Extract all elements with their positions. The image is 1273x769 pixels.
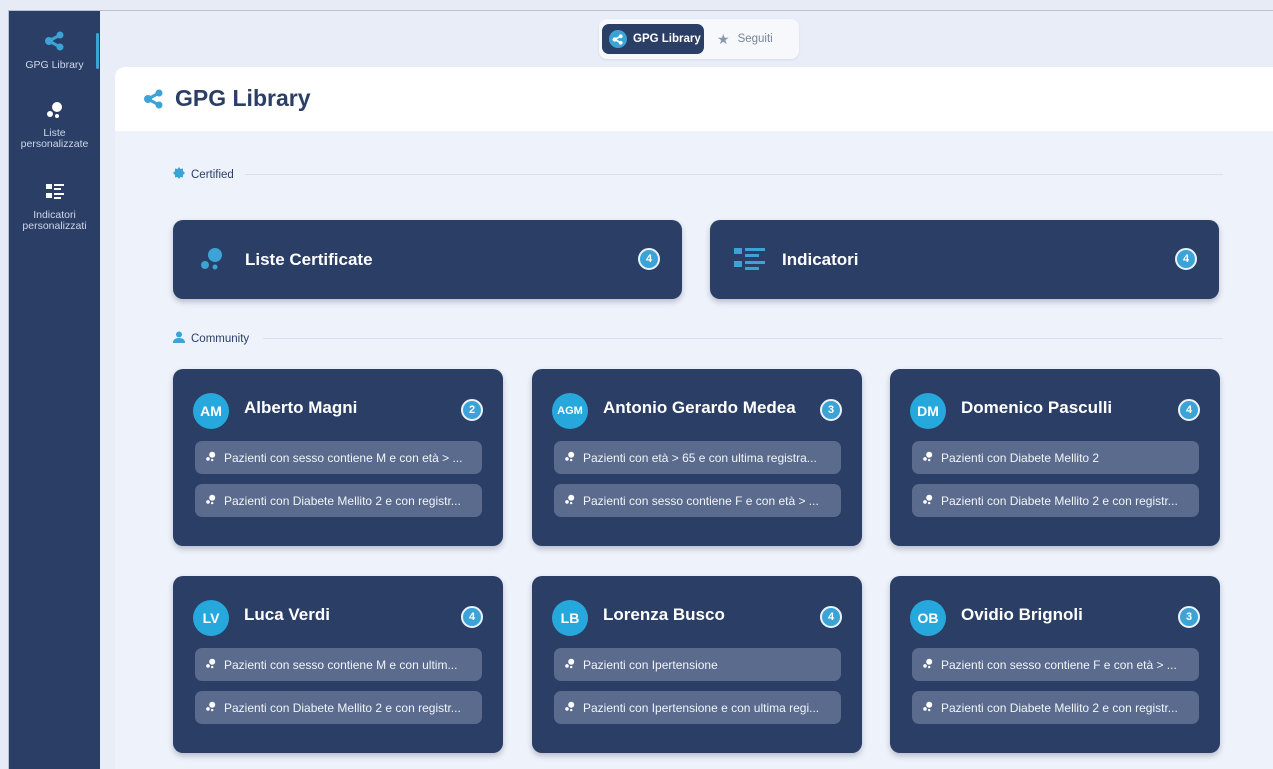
section-community: Community (173, 331, 249, 346)
count-badge: 3 (820, 399, 842, 421)
sidebar-item-liste-personalizzate[interactable]: Liste personalizzate (9, 101, 100, 150)
list-icon (734, 248, 766, 277)
avatar: AGM (552, 393, 588, 429)
page-header: GPG Library (115, 67, 1273, 131)
certified-badge-icon (173, 167, 185, 182)
sidebar-item-gpg-library[interactable]: GPG Library (9, 31, 100, 71)
list-item[interactable]: Pazienti con Diabete Mellito 2 e con reg… (912, 484, 1199, 517)
section-label: Certified (191, 168, 234, 181)
list-item[interactable]: Pazienti con Diabete Mellito 2 e con reg… (912, 691, 1199, 724)
main-panel: GPG Library Certified Liste Certificate … (115, 67, 1273, 769)
bubbles-icon (564, 494, 576, 508)
list-item-label: Pazienti con Diabete Mellito 2 e con reg… (941, 493, 1178, 508)
sidebar-item-label: Liste personalizzate (20, 127, 89, 150)
author-name: Domenico Pasculli (961, 398, 1113, 417)
author-name: Lorenza Busco (603, 605, 725, 624)
page-title: GPG Library (175, 85, 311, 111)
share-icon (609, 30, 627, 48)
bubbles-icon (205, 701, 217, 715)
sidebar: GPG Library Liste personalizzate Indicat… (9, 11, 100, 769)
count-badge: 4 (820, 606, 842, 628)
author-card-lorenza-busco: LB Lorenza Busco 4 Pazienti con Ipertens… (532, 576, 862, 753)
list-item-label: Pazienti con Diabete Mellito 2 e con reg… (224, 493, 461, 508)
author-card-ovidio-brignoli: OB Ovidio Brignoli 3 Pazienti con sesso … (890, 576, 1220, 753)
list-item[interactable]: Pazienti con Diabete Mellito 2 (912, 441, 1199, 474)
author-name: Luca Verdi (244, 605, 330, 624)
avatar: LV (193, 600, 229, 636)
author-card-alberto-magni: AM Alberto Magni 2 Pazienti con sesso co… (173, 369, 503, 546)
list-item-label: Pazienti con Diabete Mellito 2 (941, 450, 1100, 465)
list-item-label: Pazienti con sesso contiene F e con età … (583, 493, 819, 508)
list-item[interactable]: Pazienti con Ipertensione e con ultima r… (554, 691, 841, 724)
tab-label: Seguiti (737, 33, 773, 45)
user-icon (173, 331, 185, 346)
certified-card-liste[interactable]: Liste Certificate 4 (173, 220, 682, 299)
list-item-label: Pazienti con Diabete Mellito 2 e con reg… (941, 700, 1178, 715)
count-badge: 4 (638, 248, 660, 270)
bubbles-icon (922, 658, 934, 672)
list-item[interactable]: Pazienti con sesso contiene F e con età … (554, 484, 841, 517)
bubbles-icon (564, 451, 576, 465)
bubbles-icon (9, 101, 100, 124)
list-item-label: Pazienti con sesso contiene F e con età … (941, 657, 1177, 672)
count-badge: 4 (1178, 399, 1200, 421)
section-certified: Certified (173, 167, 234, 182)
bubbles-icon (205, 451, 217, 465)
bubbles-icon (199, 247, 225, 276)
bubbles-icon (922, 451, 934, 465)
tab-label: GPG Library (633, 33, 701, 45)
tab-gpg-library[interactable]: GPG Library (602, 24, 704, 54)
author-card-luca-verdi: LV Luca Verdi 4 Pazienti con sesso conti… (173, 576, 503, 753)
certified-card-indicatori[interactable]: Indicatori 4 (710, 220, 1219, 299)
card-title: Liste Certificate (245, 250, 373, 269)
avatar: AM (193, 393, 229, 429)
list-item[interactable]: Pazienti con sesso contiene M e con età … (195, 441, 482, 474)
bubbles-icon (922, 494, 934, 508)
list-icon (9, 183, 100, 206)
list-item-label: Pazienti con Diabete Mellito 2 e con reg… (224, 700, 461, 715)
bubbles-icon (205, 494, 217, 508)
author-name: Ovidio Brignoli (961, 605, 1083, 624)
section-divider (263, 338, 1223, 339)
share-icon (9, 31, 100, 56)
avatar: LB (552, 600, 588, 636)
count-badge: 4 (1175, 248, 1197, 270)
author-card-antonio-gerardo-medea: AGM Antonio Gerardo Medea 3 Pazienti con… (532, 369, 862, 546)
list-item-label: Pazienti con Ipertensione (583, 657, 718, 672)
list-item[interactable]: Pazienti con sesso contiene M e con ulti… (195, 648, 482, 681)
list-item[interactable]: Pazienti con sesso contiene F e con età … (912, 648, 1199, 681)
app-frame: GPG Library Liste personalizzate Indicat… (8, 10, 1273, 769)
bubbles-icon (564, 701, 576, 715)
star-icon: ★ (717, 30, 730, 47)
card-title: Indicatori (782, 250, 859, 269)
avatar: DM (910, 393, 946, 429)
author-name: Antonio Gerardo Medea (603, 398, 796, 417)
sidebar-item-label: Indicatori personalizzati (22, 209, 87, 232)
list-item-label: Pazienti con sesso contiene M e con ulti… (224, 657, 458, 672)
sidebar-item-indicatori-personalizzati[interactable]: Indicatori personalizzati (9, 183, 100, 232)
section-divider (245, 174, 1223, 175)
list-item-label: Pazienti con età > 65 e con ultima regis… (583, 450, 817, 465)
list-item-label: Pazienti con sesso contiene M e con età … (224, 450, 463, 465)
avatar: OB (910, 600, 946, 636)
bubbles-icon (922, 701, 934, 715)
author-name: Alberto Magni (244, 398, 358, 417)
list-item[interactable]: Pazienti con Diabete Mellito 2 e con reg… (195, 691, 482, 724)
list-item[interactable]: Pazienti con età > 65 e con ultima regis… (554, 441, 841, 474)
author-card-domenico-pasculli: DM Domenico Pasculli 4 Pazienti con Diab… (890, 369, 1220, 546)
count-badge: 4 (461, 606, 483, 628)
share-icon (143, 89, 165, 114)
top-tab-bar: GPG Library ★ Seguiti (599, 19, 799, 59)
tab-seguiti[interactable]: ★ Seguiti (715, 24, 795, 54)
section-label: Community (191, 332, 250, 345)
count-badge: 3 (1178, 606, 1200, 628)
sidebar-item-label: GPG Library (25, 59, 84, 71)
list-item-label: Pazienti con Ipertensione e con ultima r… (583, 700, 820, 715)
list-item[interactable]: Pazienti con Ipertensione (554, 648, 841, 681)
list-item[interactable]: Pazienti con Diabete Mellito 2 e con reg… (195, 484, 482, 517)
bubbles-icon (564, 658, 576, 672)
bubbles-icon (205, 658, 217, 672)
count-badge: 2 (461, 399, 483, 421)
